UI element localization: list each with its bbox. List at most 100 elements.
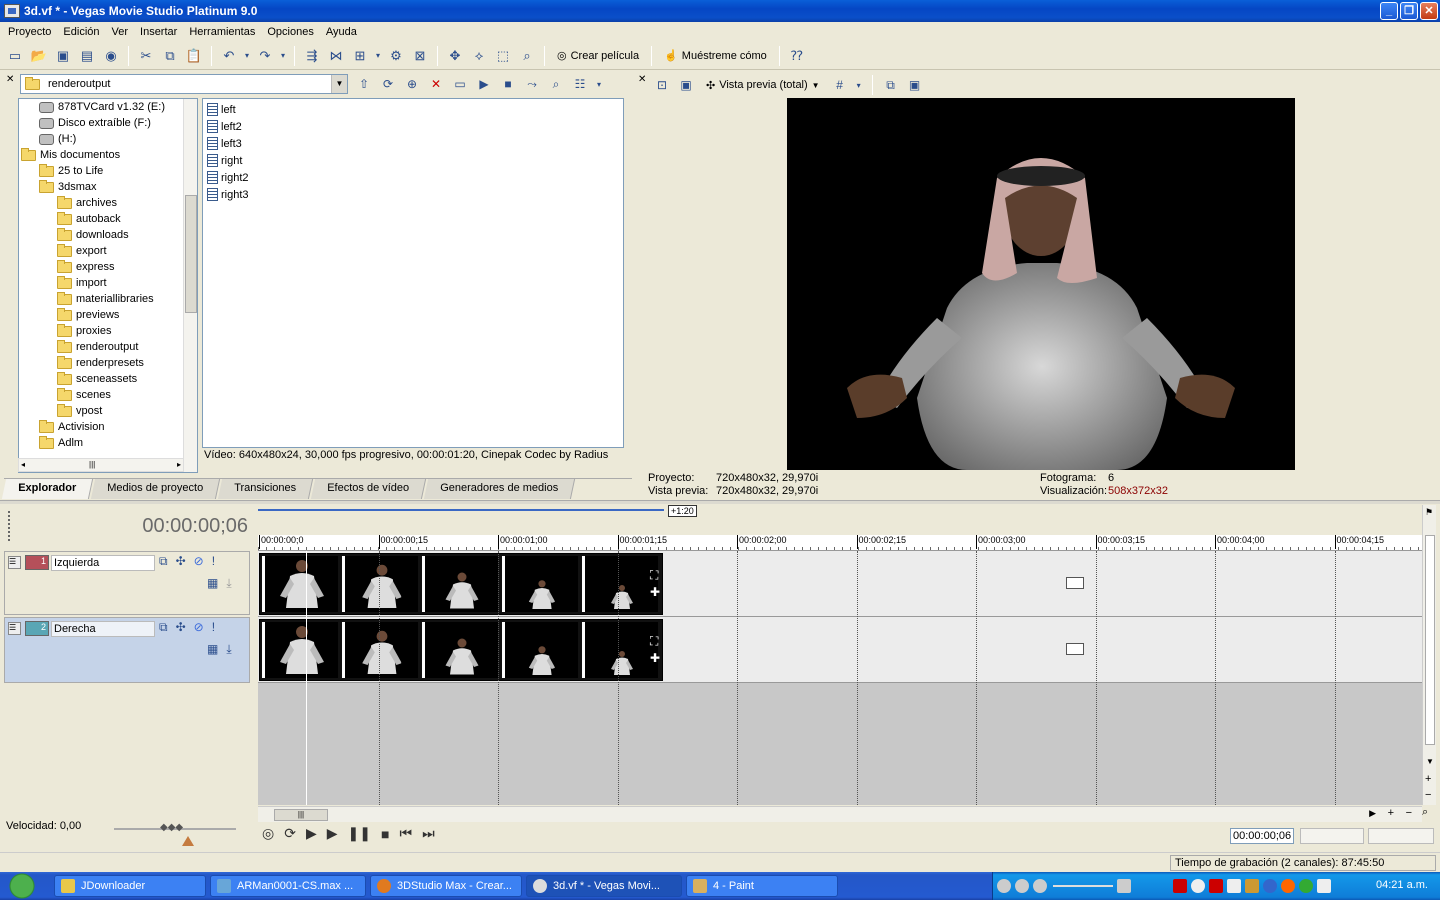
- tray-icon-6[interactable]: [1263, 879, 1277, 893]
- zoom-tool-icon[interactable]: ⌕: [1422, 806, 1428, 819]
- tab-medios-de-proyecto[interactable]: Medios de proyecto: [90, 479, 221, 499]
- close-button[interactable]: ✕: [1420, 2, 1438, 20]
- task-3dstudio-firefox[interactable]: 3DStudio Max - Crear...: [370, 875, 522, 897]
- tray-icon-4[interactable]: [1227, 879, 1241, 893]
- path-dropdown[interactable]: renderoutput ▼: [20, 74, 348, 94]
- tree-item[interactable]: scenes: [19, 387, 197, 403]
- network-icon[interactable]: [1191, 879, 1205, 893]
- file-item[interactable]: left2: [207, 118, 619, 135]
- lock-envelopes-icon[interactable]: ⚙: [385, 45, 407, 67]
- scroll-right-icon[interactable]: ▶: [1369, 808, 1376, 819]
- overlays-icon[interactable]: #: [830, 75, 850, 95]
- menu-edicion[interactable]: Edición: [57, 26, 105, 38]
- tree-item[interactable]: proxies: [19, 323, 197, 339]
- tree-item[interactable]: 3dsmax: [19, 179, 197, 195]
- solo-icon[interactable]: !: [212, 620, 215, 635]
- redo-icon[interactable]: ↷: [254, 45, 276, 67]
- tree-item[interactable]: downloads: [19, 227, 197, 243]
- selection-start-field[interactable]: [1300, 828, 1364, 844]
- task-vegas[interactable]: 3d.vf * - Vegas Movi...: [526, 875, 682, 897]
- track-name-input[interactable]: Derecha: [51, 621, 155, 637]
- stop-icon[interactable]: ■: [381, 826, 389, 842]
- minimize-button[interactable]: _: [1380, 2, 1398, 20]
- save-snapshot-icon[interactable]: ▣: [905, 75, 925, 95]
- track-minimize-icon[interactable]: ☰: [8, 622, 21, 635]
- copy-snapshot-icon[interactable]: ⧉: [881, 75, 901, 95]
- clock[interactable]: 04:21 a.m.: [1376, 879, 1428, 891]
- timeline-horizontal-scrollbar[interactable]: ||| ▶ + −: [258, 806, 1422, 822]
- close-icon[interactable]: ✕: [6, 74, 14, 85]
- menu-proyecto[interactable]: Proyecto: [2, 26, 57, 38]
- tree-vertical-scrollbar[interactable]: [183, 99, 197, 472]
- tree-item[interactable]: sceneassets: [19, 371, 197, 387]
- ignore-grouping-icon[interactable]: ⊠: [409, 45, 431, 67]
- restore-button[interactable]: ❐: [1400, 2, 1418, 20]
- tray-icon-7[interactable]: [1281, 879, 1295, 893]
- solo-icon[interactable]: !: [212, 554, 215, 569]
- drag-handle-icon[interactable]: [8, 511, 11, 541]
- timeline-timecode[interactable]: 00:00:00;06: [142, 515, 248, 538]
- tab-efectos-de-video[interactable]: Efectos de vídeo: [310, 479, 427, 499]
- properties-icon[interactable]: ▤: [76, 45, 98, 67]
- close-icon[interactable]: ✕: [638, 74, 646, 85]
- go-to-start-icon[interactable]: ⏮: [399, 825, 412, 842]
- task-arman-max[interactable]: ARMan0001-CS.max ...: [210, 875, 366, 897]
- track-name-input[interactable]: Izquierda: [51, 555, 155, 571]
- event-pan-crop-icon[interactable]: ⛶: [650, 568, 660, 583]
- tree-item[interactable]: renderoutput: [19, 339, 197, 355]
- tree-horizontal-scrollbar[interactable]: ◂ ||| ▸: [18, 458, 184, 472]
- scroll-thumb[interactable]: [185, 195, 197, 313]
- add-folder-icon[interactable]: ⊕: [402, 74, 422, 94]
- tray-icon-9[interactable]: [1317, 879, 1331, 893]
- cut-icon[interactable]: ✂: [135, 45, 157, 67]
- track-fx-icon[interactable]: ▦: [207, 642, 218, 657]
- pause-icon[interactable]: ❚❚: [348, 825, 371, 842]
- file-item[interactable]: right2: [207, 169, 619, 186]
- up-folder-icon[interactable]: ⇧: [354, 74, 374, 94]
- motion-icon[interactable]: ✣: [176, 554, 186, 569]
- tree-item[interactable]: Mis documentos: [19, 147, 197, 163]
- views-dropdown-icon[interactable]: ▾: [594, 74, 604, 94]
- video-frame[interactable]: [787, 98, 1295, 470]
- motion-icon[interactable]: ✣: [176, 620, 186, 635]
- cursor-position-field[interactable]: 00:00:00;06: [1230, 828, 1294, 844]
- tab-generadores-de-medios[interactable]: Generadores de medios: [423, 479, 576, 499]
- app-icon[interactable]: [4, 4, 20, 18]
- snap-icon[interactable]: ⇶: [301, 45, 323, 67]
- render-icon[interactable]: ◉: [100, 45, 122, 67]
- timeline-vertical-scrollbar[interactable]: ⚑ ▼ + −: [1422, 505, 1436, 805]
- ripple-dropdown-icon[interactable]: ▾: [373, 45, 383, 67]
- compositing-mode-icon[interactable]: ⧉: [159, 554, 168, 569]
- undo-icon[interactable]: ↶: [218, 45, 240, 67]
- track-lane-2[interactable]: ⛶ ✚: [258, 617, 1422, 683]
- play-icon[interactable]: ▶: [474, 74, 494, 94]
- folder-icon-btn[interactable]: ▭: [450, 74, 470, 94]
- loop-icon[interactable]: ⟳: [284, 825, 296, 842]
- volume-icon[interactable]: [1117, 879, 1131, 893]
- make-compositing-child-icon[interactable]: ⤓: [226, 642, 231, 657]
- media-pause-icon[interactable]: [1015, 879, 1029, 893]
- delete-icon[interactable]: ✕: [426, 74, 446, 94]
- menu-herramientas[interactable]: Herramientas: [183, 26, 261, 38]
- preview-quality-dropdown[interactable]: ✣ Vista previa (total) ▼: [700, 74, 826, 96]
- video-clip-left[interactable]: ⛶ ✚: [259, 553, 663, 615]
- views-icon[interactable]: ☷: [570, 74, 590, 94]
- track-header-2[interactable]: ☰ 2 Derecha ⧉ ✣ ⊘ ! ▦ ⤓: [4, 617, 250, 683]
- start-button[interactable]: [0, 872, 44, 900]
- tab-explorador[interactable]: Explorador: [1, 479, 94, 499]
- video-clip-right[interactable]: ⛶ ✚: [259, 619, 663, 681]
- tree-item[interactable]: vpost: [19, 403, 197, 419]
- tree-item[interactable]: (H:): [19, 131, 197, 147]
- tree-item[interactable]: materiallibraries: [19, 291, 197, 307]
- zoom-in-time-icon[interactable]: +: [1388, 807, 1394, 819]
- save-icon[interactable]: ▣: [52, 45, 74, 67]
- file-item[interactable]: right: [207, 152, 619, 169]
- horizontal-splitter[interactable]: [0, 500, 1440, 504]
- zoom-out-icon[interactable]: −: [1425, 789, 1431, 801]
- create-movie-button[interactable]: ◎ Crear película: [551, 45, 645, 67]
- file-list[interactable]: left left2 left3 right right2 right3: [202, 98, 624, 448]
- zoom-out-time-icon[interactable]: −: [1406, 807, 1412, 819]
- event-pan-crop-icon[interactable]: ⛶: [650, 634, 660, 649]
- tree-item[interactable]: archives: [19, 195, 197, 211]
- stop-icon[interactable]: ■: [498, 74, 518, 94]
